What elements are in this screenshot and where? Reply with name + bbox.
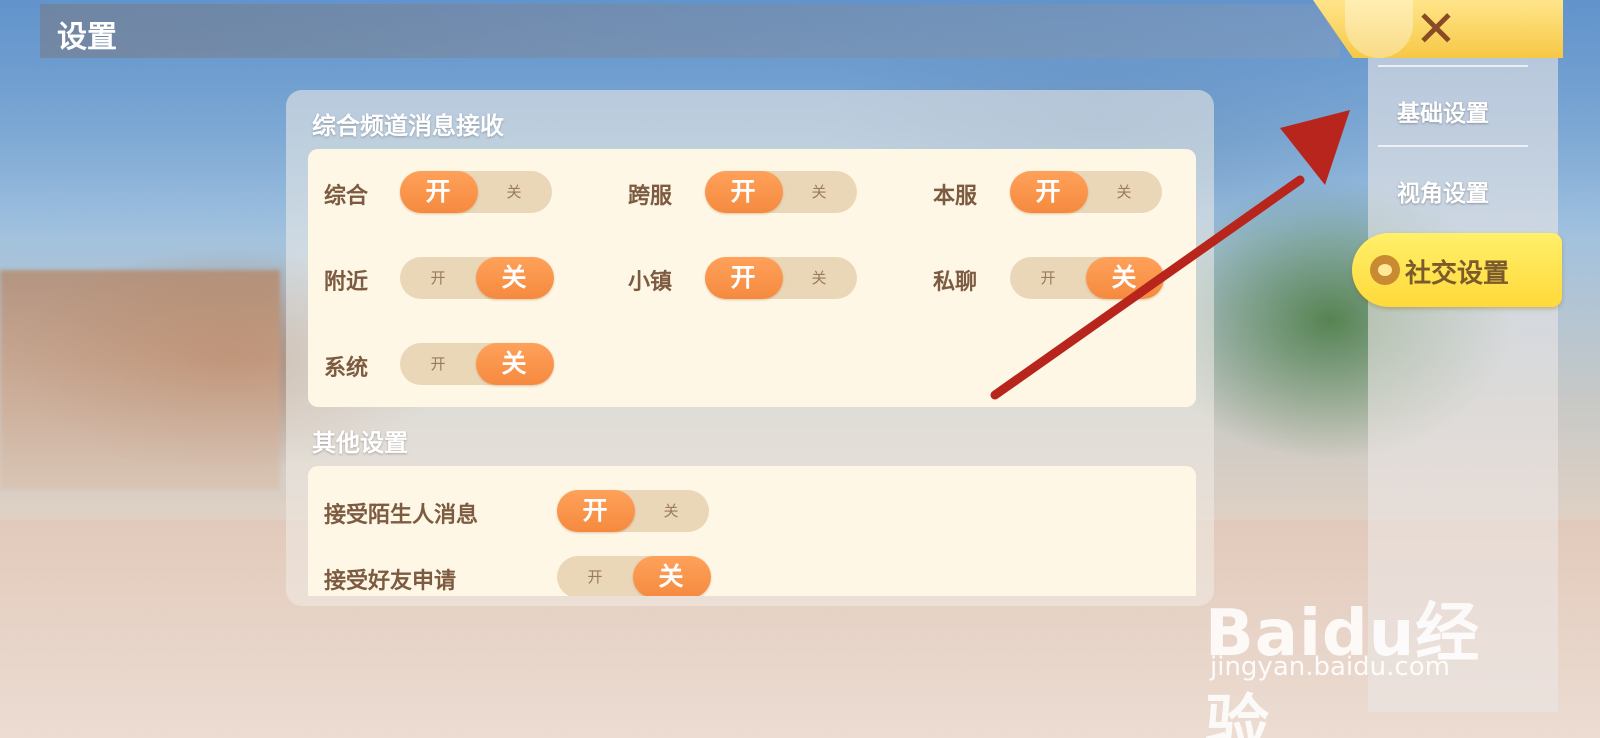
toggle-private-chat[interactable]: 开 关 [1010,257,1164,299]
sidebar-divider [1378,65,1528,67]
toggle-on-text: 开 [730,177,756,206]
paw-icon [1370,255,1400,285]
toggle-off-text: 关 [501,263,527,292]
toggle-off-text: 关 [663,502,679,520]
page-title: 设置 [57,20,117,55]
section-title-channel: 综合频道消息接收 [312,112,504,140]
toggle-on-text: 开 [587,568,603,586]
toggle-cross-server[interactable]: 开 关 [705,171,857,213]
toggle-on-text: 开 [425,177,451,206]
toggle-on-text: 开 [1040,269,1056,287]
title-bar: 设置 [40,4,1340,58]
toggle-nearby[interactable]: 开 关 [400,257,554,299]
toggle-label-this-server: 本服 [933,184,978,209]
toggle-label-town: 小镇 [628,270,673,295]
toggle-label-general: 综合 [324,184,369,209]
toggle-stranger-messages[interactable]: 开 关 [557,490,709,532]
sidebar-item-label: 社交设置 [1405,259,1510,289]
toggle-off-text: 关 [1111,263,1137,292]
toggle-label-stranger-messages: 接受陌生人消息 [324,503,479,528]
sidebar-item-social-settings[interactable]: 社交设置 [1352,233,1562,307]
other-settings-card: 接受陌生人消息 开 关 接受好友申请 开 关 [308,466,1196,596]
toggle-on-text: 开 [430,269,446,287]
watermark-site: jingyan.baidu.com [1210,652,1450,682]
channel-settings-card: 综合 开 关 跨服 开 关 本服 开 关 附近 开 关 小镇 开 关 私聊 开 … [308,149,1196,407]
toggle-off-text: 关 [811,269,827,287]
sidebar-item-basic-settings[interactable]: 基础设置 [1368,94,1518,128]
toggle-off-text: 关 [506,183,522,201]
toggle-on-text: 开 [730,263,756,292]
toggle-off-text: 关 [811,183,827,201]
toggle-label-system: 系统 [324,356,369,381]
background-house [0,270,280,490]
toggle-label-nearby: 附近 [324,270,369,295]
toggle-label-private-chat: 私聊 [933,270,978,295]
toggle-town[interactable]: 开 关 [705,257,857,299]
toggle-system[interactable]: 开 关 [400,343,554,385]
toggle-this-server[interactable]: 开 关 [1010,171,1162,213]
toggle-label-cross-server: 跨服 [628,184,673,209]
toggle-friend-requests[interactable]: 开 关 [557,556,711,596]
toggle-on-text: 开 [1035,177,1061,206]
sidebar-divider [1378,145,1528,147]
settings-panel: 综合频道消息接收 综合 开 关 跨服 开 关 本服 开 关 附近 开 关 小镇 [286,90,1214,606]
toggle-general[interactable]: 开 关 [400,171,552,213]
toggle-off-text: 关 [658,562,684,591]
toggle-on-text: 开 [430,355,446,373]
toggle-label-friend-requests: 接受好友申请 [324,569,457,594]
close-x-icon[interactable]: ✕ [1410,4,1462,54]
section-title-other: 其他设置 [312,429,408,457]
mascot-icon [1345,0,1413,58]
toggle-off-text: 关 [501,349,527,378]
sidebar-item-camera-settings[interactable]: 视角设置 [1368,174,1518,208]
toggle-off-text: 关 [1116,183,1132,201]
baidu-watermark: Baidu经验 jingyan.baidu.com [1200,560,1490,738]
toggle-on-text: 开 [582,496,608,525]
